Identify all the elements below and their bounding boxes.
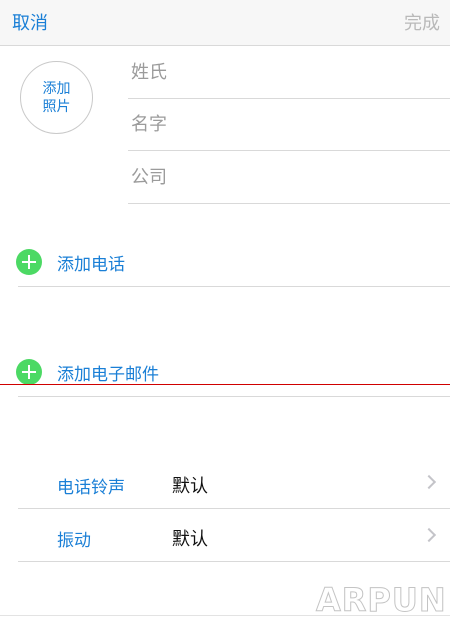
ringtone-label: 电话铃声 — [57, 478, 125, 498]
company-input[interactable] — [131, 164, 431, 190]
divider — [18, 561, 450, 562]
divider — [18, 396, 450, 397]
add-phone-label: 添加电话 — [57, 255, 125, 275]
annotation-line — [0, 384, 450, 385]
plus-circle-icon[interactable] — [16, 359, 42, 385]
add-photo-label: 添加照片 — [42, 80, 71, 115]
vibration-setting-row[interactable]: 振动 默认 — [0, 509, 450, 562]
vibration-value: 默认 — [172, 529, 208, 550]
cancel-button[interactable]: 取消 — [12, 9, 48, 35]
ringtone-value: 默认 — [172, 476, 208, 497]
done-button[interactable]: 完成 — [404, 9, 440, 35]
ringtone-setting-row[interactable]: 电话铃声 默认 — [0, 456, 450, 509]
add-phone-row[interactable]: 添加电话 — [0, 235, 450, 287]
plus-circle-icon[interactable] — [16, 249, 42, 275]
add-email-label: 添加电子邮件 — [57, 365, 159, 385]
first-name-input[interactable] — [131, 111, 431, 137]
last-name-input[interactable] — [131, 59, 431, 85]
chevron-right-icon — [421, 474, 437, 490]
navigation-bar: 取消 完成 — [0, 0, 450, 46]
vibration-label: 振动 — [57, 531, 91, 551]
add-email-row[interactable]: 添加电子邮件 — [0, 345, 450, 397]
chevron-right-icon — [421, 527, 437, 543]
add-photo-button[interactable]: 添加照片 — [20, 61, 93, 134]
last-name-field-row — [128, 47, 450, 99]
company-field-row — [128, 152, 450, 204]
divider — [18, 286, 450, 287]
watermark-logo: ARPUN — [316, 581, 447, 620]
first-name-field-row — [128, 99, 450, 151]
